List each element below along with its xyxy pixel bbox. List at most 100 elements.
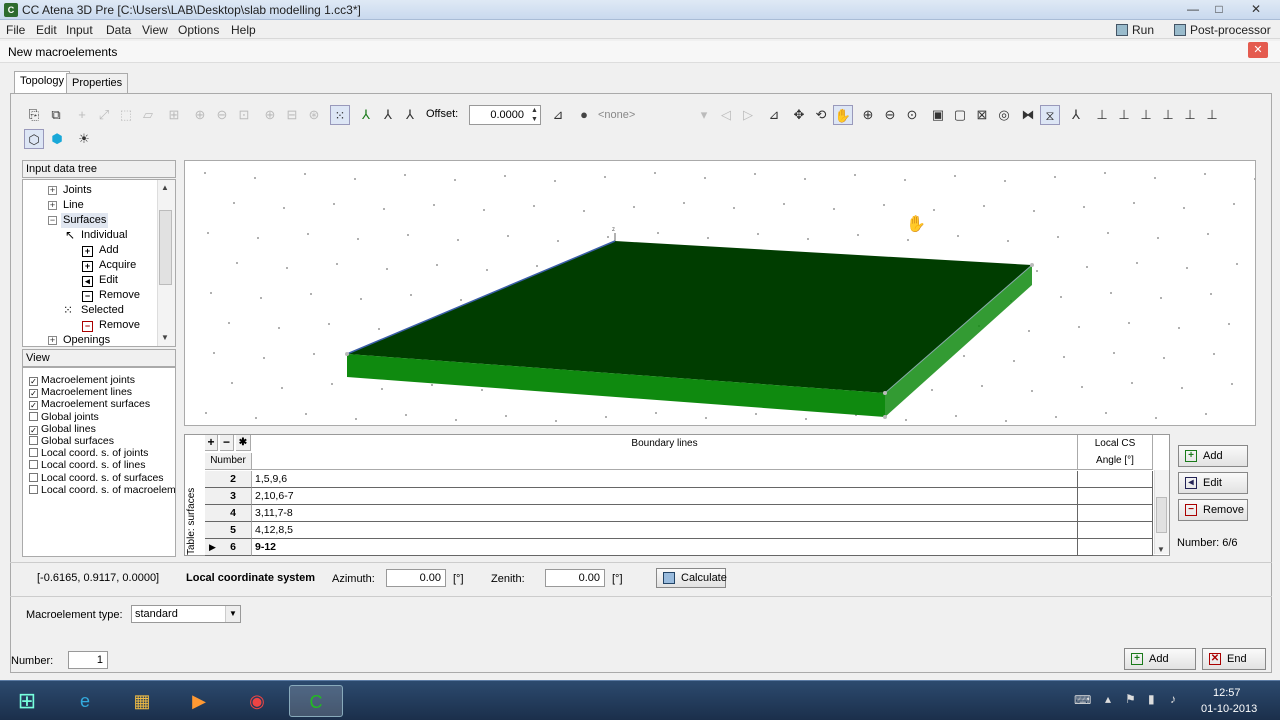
menu-view[interactable]: View (142, 23, 168, 37)
view-option-item[interactable]: Local coord. s. of joints (29, 447, 148, 459)
flag-icon[interactable]: ⚑ (1125, 692, 1136, 706)
row-number-cell[interactable]: 2 (205, 471, 252, 488)
tree-item-remove-selected[interactable]: Remove (99, 318, 140, 333)
offset-spinner[interactable]: ▲ ▼ (529, 106, 540, 124)
move-icon[interactable]: ✥ (789, 105, 809, 125)
tree-item-add[interactable]: Add (99, 243, 119, 258)
zoom-window-icon[interactable]: ▣ (928, 105, 948, 125)
view-option-item[interactable]: Global joints (29, 411, 99, 423)
tree-item-edit[interactable]: Edit (99, 273, 118, 288)
volume-icon[interactable]: ♪ (1170, 692, 1176, 706)
tree-item-individual[interactable]: Individual (81, 228, 127, 243)
star-icon[interactable]: ⊛ (304, 105, 324, 125)
add-rect-icon[interactable]: ⬚ (116, 105, 136, 125)
angle-cell[interactable] (1078, 488, 1153, 505)
axes-green-icon[interactable]: ⅄ (356, 105, 376, 125)
view-option-item[interactable]: ✓ Global lines (29, 423, 96, 435)
next-icon[interactable]: ▷ (738, 105, 758, 125)
calculate-button[interactable]: Calculate (656, 568, 727, 588)
clock-date[interactable]: 01-10-2013 (1201, 703, 1257, 715)
tree-item-joints[interactable]: Joints (63, 183, 92, 198)
view-option-item[interactable]: ✓ Macroelement joints (29, 374, 135, 386)
edit-all-button[interactable]: ✱ (236, 435, 251, 451)
previous-icon[interactable]: ◁ (716, 105, 736, 125)
copy-icon[interactable]: ⎘ (24, 105, 44, 125)
row-number-cell[interactable]: 4 (205, 505, 252, 522)
menu-file[interactable]: File (6, 23, 25, 37)
expand-openings-icon[interactable]: + (48, 336, 57, 345)
minus-icon[interactable]: ⊟ (282, 105, 302, 125)
table-scroll-thumb[interactable] (1156, 497, 1167, 533)
footer-add-button[interactable]: + Add (1124, 648, 1196, 670)
postprocessor-button[interactable]: Post-processor (1174, 23, 1271, 37)
checkbox[interactable] (29, 448, 38, 458)
tray-arrow-icon[interactable]: ▴ (1105, 692, 1111, 706)
row-number-cell[interactable]: 5 (205, 522, 252, 539)
boundary-lines-cell[interactable]: 2,10,6-7 (252, 488, 1078, 505)
angle-cell[interactable] (1078, 505, 1153, 522)
number-input[interactable]: 1 (68, 651, 108, 669)
azimuth-input[interactable]: 0.00 (386, 569, 446, 587)
point-icon[interactable]: ● (574, 105, 594, 125)
checkbox[interactable]: ✓ (29, 389, 38, 399)
tree-item-remove[interactable]: Remove (99, 288, 140, 303)
zoom-out-icon[interactable]: ⊖ (880, 105, 900, 125)
3d-viewport[interactable]: z ✋ (184, 160, 1256, 426)
end-button[interactable]: ✕ End (1202, 648, 1266, 670)
tree-item-selected[interactable]: Selected (81, 303, 124, 318)
add-line-icon[interactable]: ⤢ (94, 105, 114, 125)
row-number-cell[interactable]: 3 (205, 488, 252, 505)
checkbox[interactable] (29, 436, 38, 445)
view-iso-icon[interactable]: ⅄ (1066, 105, 1086, 125)
tree-item-surfaces[interactable]: Surfaces (61, 213, 109, 228)
view-yz-icon[interactable]: ⊥ (1136, 105, 1156, 125)
checkbox[interactable]: ✓ (29, 377, 38, 386)
snap-icon[interactable]: ⊿ (548, 105, 568, 125)
zoom-rotate-icon[interactable]: ⟲ (811, 105, 831, 125)
zoom-previous-icon[interactable]: ◎ (994, 105, 1014, 125)
angle-cell[interactable] (1078, 522, 1153, 539)
menu-help[interactable]: Help (231, 23, 256, 37)
light-bulb-icon[interactable]: ☀ (74, 129, 94, 149)
tree-scroll-thumb[interactable] (159, 210, 172, 285)
boundary-lines-cell[interactable]: 3,11,7-8 (252, 505, 1078, 522)
table-edit-button[interactable]: ◂ Edit (1178, 472, 1248, 494)
checkbox[interactable] (29, 411, 38, 421)
table-scroll-down-icon[interactable]: ▼ (1157, 545, 1165, 554)
menu-input[interactable]: Input (66, 23, 93, 37)
view-option-item[interactable]: Local coord. s. of surfaces (29, 472, 164, 484)
axes-icon[interactable]: ⅄ (378, 105, 398, 125)
paste-icon[interactable]: ⧉ (46, 105, 66, 125)
add-surface-icon[interactable]: ▱ (138, 105, 158, 125)
tree-item-openings[interactable]: Openings (63, 333, 110, 346)
checkbox[interactable]: ✓ (29, 425, 38, 435)
close-button[interactable]: ✕ (1236, 0, 1276, 18)
table-add-button[interactable]: + Add (1178, 445, 1248, 467)
tab-properties[interactable]: Properties (66, 73, 129, 93)
internet-explorer-icon[interactable]: e (58, 685, 112, 717)
checkbox[interactable]: ✓ (29, 401, 38, 411)
select-icon[interactable]: ⁙ (330, 105, 350, 125)
angle-cell[interactable] (1078, 471, 1153, 488)
view-xz-icon[interactable]: ⊥ (1114, 105, 1134, 125)
cube-solid-icon[interactable]: ⬢ (47, 129, 67, 149)
expand-line-icon[interactable]: + (48, 201, 57, 210)
run-button[interactable]: Run (1116, 23, 1154, 37)
menu-edit[interactable]: Edit (36, 23, 57, 37)
table-remove-button[interactable]: − Remove (1178, 499, 1248, 521)
start-button[interactable]: ⊞ (2, 685, 52, 717)
clock-time[interactable]: 12:57 (1213, 687, 1241, 699)
add-icon[interactable]: ⊕ (260, 105, 280, 125)
view-top-icon[interactable]: ⊥ (1202, 105, 1222, 125)
dialog-close-button[interactable]: ✕ (1248, 42, 1268, 58)
menu-data[interactable]: Data (106, 23, 131, 37)
tab-topology[interactable]: Topology (14, 71, 71, 93)
zoom-extents-icon[interactable]: ⊠ (972, 105, 992, 125)
pan-hand-icon[interactable]: ✋ (833, 105, 853, 125)
view-option-item[interactable]: Local coord. s. of lines (29, 459, 145, 471)
chrome-icon[interactable]: ◉ (230, 685, 284, 717)
view-front-icon[interactable]: ⊥ (1158, 105, 1178, 125)
add-box-icon[interactable]: ⊕ (190, 105, 210, 125)
grid-icon[interactable]: ⊞ (164, 105, 184, 125)
add-row-button[interactable]: + (205, 435, 218, 451)
